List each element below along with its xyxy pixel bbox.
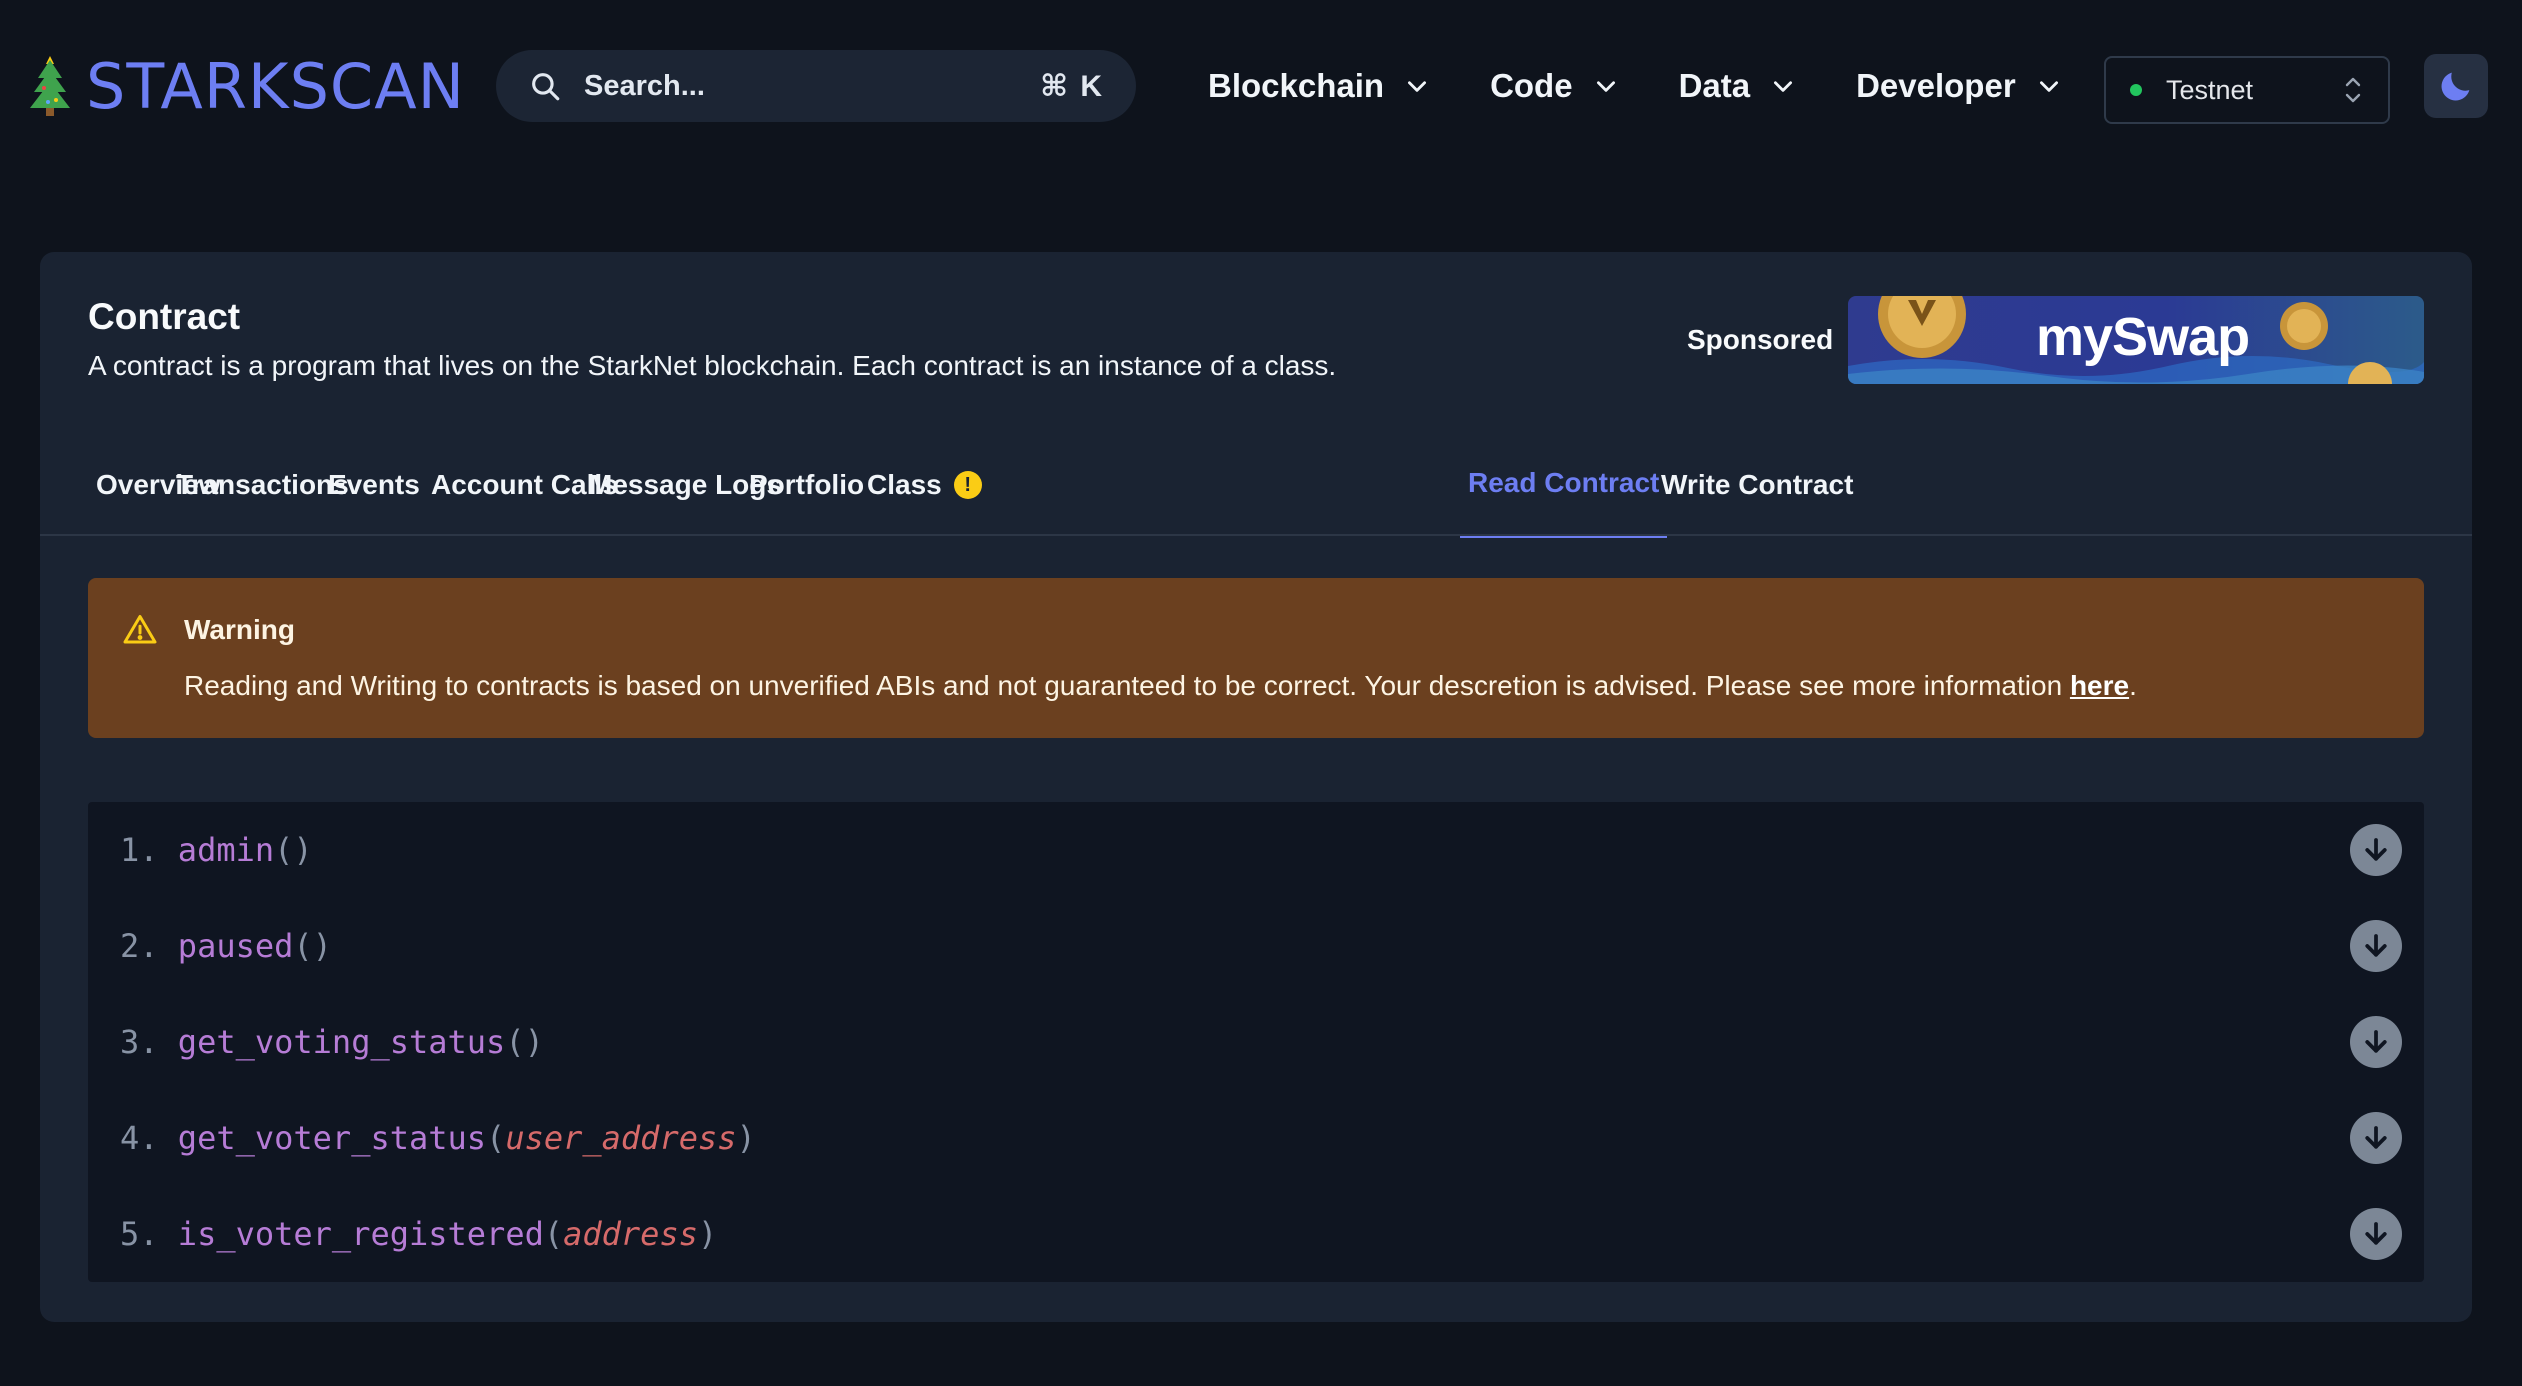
expand-function-button[interactable] [2350, 824, 2402, 876]
function-index: 1. [120, 831, 159, 869]
nav-code[interactable]: Code [1490, 67, 1619, 105]
function-close-paren: ) [524, 1023, 544, 1061]
read-functions-list: 1. admin() 2. paused() 3. get_voting_sta… [88, 802, 2424, 1282]
function-index: 2. [120, 927, 159, 965]
search-shortcut: ⌘ K [1040, 69, 1104, 103]
function-close-paren: ) [736, 1119, 756, 1157]
chevron-down-icon [1596, 81, 1615, 92]
warning-period: . [2129, 670, 2137, 701]
arrow-down-icon [2365, 1030, 2387, 1053]
function-signature: 5. is_voter_registered(address) [120, 1215, 717, 1253]
function-row-get-voter-status[interactable]: 4. get_voter_status(user_address) [88, 1090, 2424, 1186]
function-name: is_voter_registered [177, 1215, 544, 1253]
class-warning-badge-icon: ! [953, 471, 982, 499]
chevron-down-icon [2039, 81, 2058, 92]
function-row-is-voter-registered[interactable]: 5. is_voter_registered(address) [88, 1186, 2424, 1282]
function-open-paren: ( [293, 927, 313, 965]
function-open-paren: ( [486, 1119, 506, 1157]
expand-function-button[interactable] [2350, 1112, 2402, 1164]
function-close-paren: ) [312, 927, 332, 965]
function-signature: 1. admin() [120, 831, 313, 869]
function-name: paused [177, 927, 294, 965]
nav-code-label: Code [1490, 67, 1573, 104]
function-name: admin [177, 831, 275, 869]
search-icon [532, 73, 560, 101]
warning-banner: Warning Reading and Writing to contracts… [88, 578, 2424, 738]
search-bar[interactable]: Search... ⌘ K [496, 50, 1136, 122]
top-header: STARKSCAN Search... ⌘ K Blockchain Code … [0, 0, 2522, 175]
tab-read-contract[interactable]: Read Contract [1460, 432, 1668, 538]
nav-data[interactable]: Data [1679, 67, 1797, 105]
nav-blockchain-label: Blockchain [1208, 67, 1385, 104]
contract-panel: Contract A contract is a program that li… [40, 252, 2472, 1322]
function-row-paused[interactable]: 2. paused() [88, 898, 2424, 994]
logo-text: STARKSCAN [86, 49, 466, 123]
tab-class[interactable]: Class ! [859, 432, 990, 538]
arrow-down-icon [2365, 934, 2387, 957]
starkscan-logo[interactable]: STARKSCAN [26, 48, 465, 124]
christmas-tree-icon [30, 56, 70, 116]
function-open-paren: ( [274, 831, 294, 869]
function-args: address [563, 1215, 698, 1253]
search-placeholder: Search... [584, 69, 705, 102]
function-row-admin[interactable]: 1. admin() [88, 802, 2424, 898]
sponsor-banner[interactable]: mySwap [1848, 296, 2424, 384]
nav-developer[interactable]: Developer [1856, 67, 2062, 105]
function-name: get_voting_status [177, 1023, 506, 1061]
expand-function-button[interactable] [2350, 1208, 2402, 1260]
sponsored-label: Sponsored [1687, 324, 1834, 355]
nav-developer-label: Developer [1856, 67, 2016, 104]
main-nav: Blockchain Code Data Developer [1208, 56, 2122, 116]
network-label: Testnet [2166, 74, 2254, 105]
function-index: 5. [120, 1215, 159, 1253]
function-signature: 2. paused() [120, 927, 332, 965]
network-status-dot [2130, 84, 2142, 96]
function-close-paren: ) [697, 1215, 718, 1253]
warning-triangle-icon [123, 615, 157, 644]
page-title: Contract [88, 296, 241, 337]
sponsor-name: mySwap [2036, 307, 2250, 367]
expand-function-button[interactable] [2350, 1016, 2402, 1068]
function-name: get_voter_status [177, 1119, 487, 1157]
arrow-down-icon [2365, 1126, 2387, 1149]
function-args: user_address [505, 1119, 737, 1157]
tab-events[interactable]: Events [320, 432, 428, 538]
function-signature: 4. get_voter_status(user_address) [120, 1119, 756, 1157]
arrow-down-icon [2365, 1222, 2387, 1245]
contract-tabs: Overview Transactions Events Account Cal… [88, 432, 2424, 538]
expand-function-button[interactable] [2350, 920, 2402, 972]
network-select[interactable]: Testnet [2104, 56, 2390, 124]
function-open-paren: ( [543, 1215, 564, 1253]
chevron-down-icon [1408, 81, 1427, 92]
tab-class-label: Class [867, 469, 942, 500]
chevron-down-icon [1774, 81, 1793, 92]
tabs-divider [40, 534, 2472, 536]
nav-data-label: Data [1678, 67, 1751, 104]
chevron-up-down-icon [2345, 77, 2361, 103]
warning-title: Warning [184, 614, 295, 645]
tab-write-contract[interactable]: Write Contract [1653, 432, 1861, 538]
theme-toggle-button[interactable] [2424, 54, 2488, 118]
warning-message: Reading and Writing to contracts is base… [184, 670, 2137, 702]
warning-text: Reading and Writing to contracts is base… [184, 670, 2070, 701]
moon-icon [2441, 72, 2470, 101]
warning-more-info-link[interactable]: here [2070, 670, 2129, 701]
function-index: 3. [120, 1023, 159, 1061]
page-description: A contract is a program that lives on th… [88, 350, 1337, 381]
function-open-paren: ( [505, 1023, 525, 1061]
function-signature: 3. get_voting_status() [120, 1023, 544, 1061]
function-row-get-voting-status[interactable]: 3. get_voting_status() [88, 994, 2424, 1090]
arrow-down-icon [2365, 838, 2387, 861]
function-index: 4. [120, 1119, 159, 1157]
function-close-paren: ) [293, 831, 313, 869]
tab-portfolio[interactable]: Portfolio [741, 432, 872, 538]
nav-blockchain[interactable]: Blockchain [1208, 67, 1430, 105]
